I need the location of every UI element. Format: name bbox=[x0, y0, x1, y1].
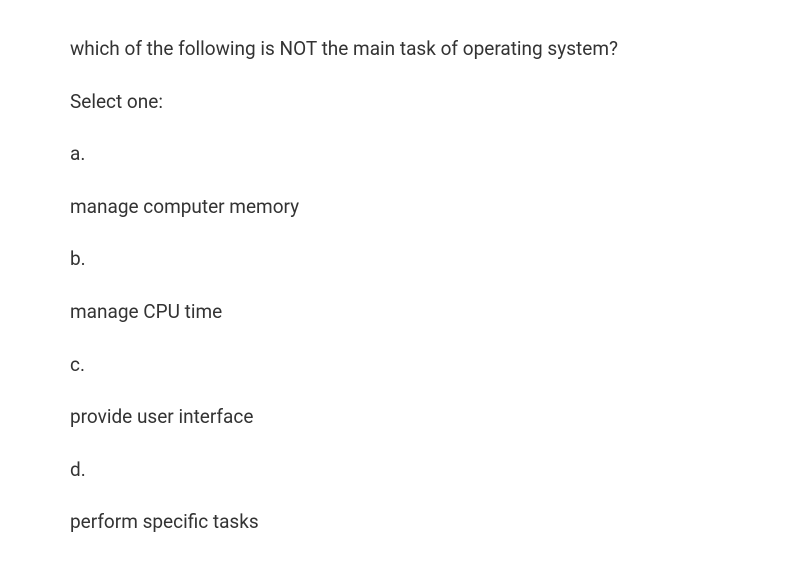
question-text: which of the following is NOT the main t… bbox=[70, 36, 737, 63]
option-text-c[interactable]: provide user interface bbox=[70, 404, 737, 431]
option-text-a[interactable]: manage computer memory bbox=[70, 194, 737, 221]
option-letter-d[interactable]: d. bbox=[70, 457, 737, 484]
option-text-d[interactable]: perform specific tasks bbox=[70, 509, 737, 536]
option-letter-b[interactable]: b. bbox=[70, 246, 737, 273]
select-prompt: Select one: bbox=[70, 89, 737, 116]
option-letter-c[interactable]: c. bbox=[70, 352, 737, 379]
option-text-b[interactable]: manage CPU time bbox=[70, 299, 737, 326]
option-letter-a[interactable]: a. bbox=[70, 141, 737, 168]
